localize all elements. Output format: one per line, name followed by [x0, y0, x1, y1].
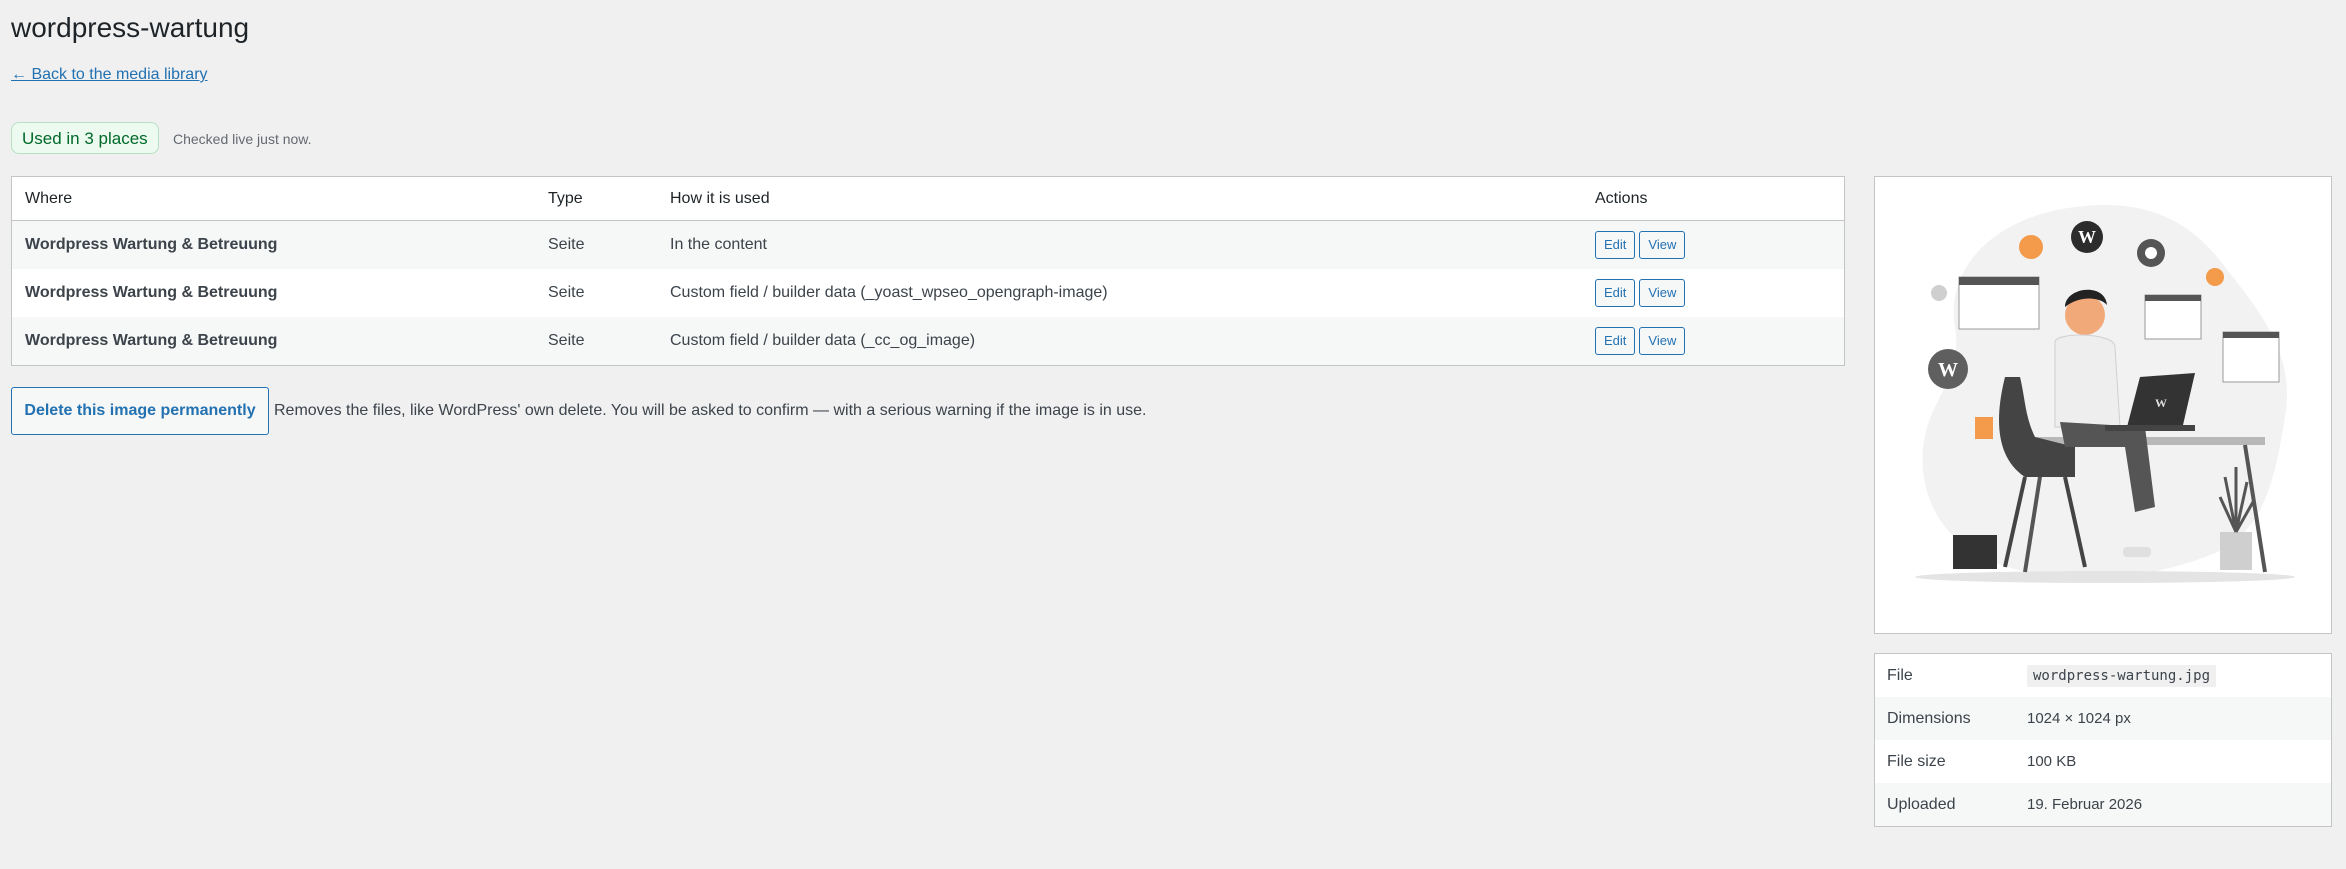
column-header-where: Where: [25, 189, 73, 207]
usage-how: Custom field / builder data (_yoast_wpse…: [670, 284, 1108, 301]
usage-type: Seite: [548, 284, 585, 301]
row-actions: Edit View: [1595, 327, 1844, 355]
meta-label: Uploaded: [1887, 795, 1956, 813]
table-row: Wordpress Wartung & Betreuung Seite Cust…: [12, 269, 1844, 317]
plant-pot: [2220, 532, 2252, 570]
meta-value: 19. Februar 2026: [2027, 796, 2143, 813]
usage-how: In the content: [670, 236, 767, 253]
file-name: wordpress-wartung.jpg: [2027, 665, 2217, 687]
view-button[interactable]: View: [1639, 327, 1686, 355]
lightbulb-icon: [2206, 268, 2224, 286]
back-to-media-library-link[interactable]: ← Back to the media library: [11, 66, 208, 84]
meta-value: wordpress-wartung.jpg: [2027, 665, 2331, 687]
row-actions: Edit View: [1595, 279, 1844, 307]
person-sweater: [2054, 334, 2121, 428]
mug: [1975, 417, 1993, 439]
box-with-books: [1953, 535, 1997, 569]
orange-circle-icon: [2019, 235, 2043, 259]
usage-count-badge: Used in 3 places: [11, 122, 159, 154]
usage-how: Custom field / builder data (_cc_og_imag…: [670, 332, 976, 349]
column-header-how: How it is used: [670, 189, 770, 207]
meta-row-uploaded: Uploaded 19. Februar 2026: [1875, 783, 2331, 826]
meta-row-dimensions: Dimensions 1024 × 1024 px: [1875, 697, 2331, 740]
edit-button[interactable]: Edit: [1595, 231, 1636, 259]
meta-row-file: File wordpress-wartung.jpg: [1875, 654, 2331, 697]
meta-label: File size: [1887, 752, 1946, 770]
small-circle-icon: [1931, 285, 1947, 301]
table-row: Wordpress Wartung & Betreuung Seite Cust…: [12, 317, 1844, 365]
usage-where: Wordpress Wartung & Betreuung: [25, 284, 278, 301]
table-row: Wordpress Wartung & Betreuung Seite In t…: [12, 221, 1844, 269]
illustration-developer-at-laptop: W W W: [1915, 205, 2295, 583]
floating-window-right: [2222, 331, 2280, 383]
meta-label: File: [1887, 666, 1913, 684]
usage-table-header: Where Type How it is used Actions: [12, 177, 1844, 221]
page-title: wordpress-wartung: [11, 12, 250, 43]
person-shoes: [2123, 547, 2151, 557]
meta-label: Dimensions: [1887, 709, 1971, 727]
view-button[interactable]: View: [1639, 279, 1686, 307]
usage-where: Wordpress Wartung & Betreuung: [25, 332, 278, 349]
svg-text:W: W: [1938, 359, 1958, 381]
usage-type: Seite: [548, 236, 585, 253]
usage-table: Where Type How it is used Actions Wordpr…: [11, 176, 1845, 366]
delete-image-button[interactable]: Delete this image permanently: [11, 387, 269, 435]
column-header-actions: Actions: [1595, 189, 1648, 207]
image-preview: W W W: [1874, 176, 2332, 634]
checked-status-text: Checked live just now.: [173, 131, 312, 147]
file-meta-table: File wordpress-wartung.jpg Dimensions 10…: [1874, 653, 2332, 827]
meta-value: 100 KB: [2027, 753, 2077, 770]
edit-button[interactable]: Edit: [1595, 279, 1636, 307]
usage-type: Seite: [548, 332, 585, 349]
floor-shadow: [1915, 571, 2295, 583]
usage-where: Wordpress Wartung & Betreuung: [25, 236, 278, 253]
svg-text:W: W: [2155, 396, 2167, 410]
edit-button[interactable]: Edit: [1595, 327, 1636, 355]
meta-value: 1024 × 1024 px: [2027, 710, 2131, 727]
media-usage-page: wordpress-wartung ← Back to the media li…: [0, 0, 2346, 869]
meta-row-file-size: File size 100 KB: [1875, 740, 2331, 783]
view-button[interactable]: View: [1639, 231, 1686, 259]
delete-help-text: Removes the files, like WordPress' own d…: [274, 402, 1147, 419]
row-actions: Edit View: [1595, 231, 1844, 259]
svg-text:W: W: [2078, 227, 2096, 247]
column-header-type: Type: [548, 189, 583, 207]
floating-window-mid: [2144, 294, 2202, 340]
